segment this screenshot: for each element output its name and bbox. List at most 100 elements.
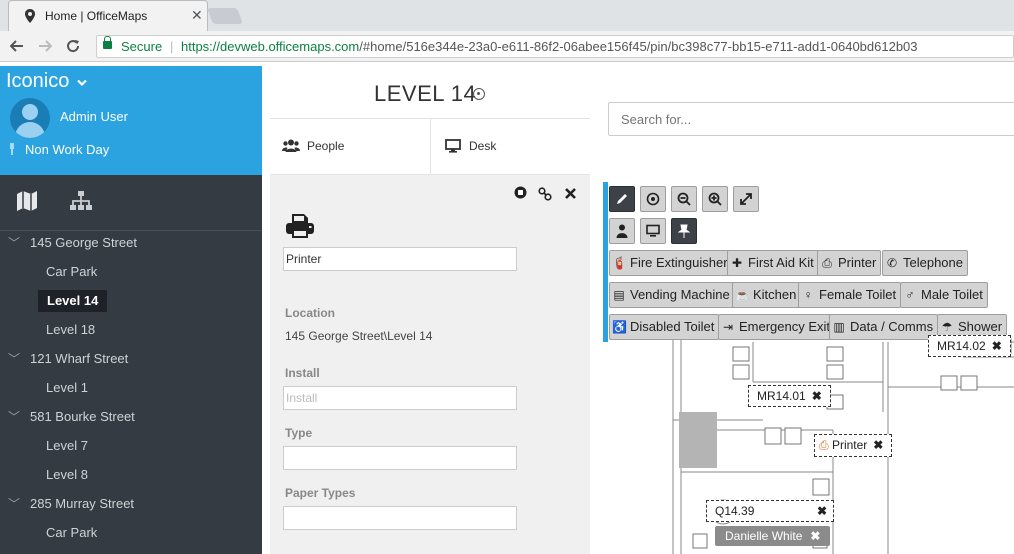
close-icon[interactable] <box>564 187 577 200</box>
stop-icon[interactable] <box>514 186 527 199</box>
poi-female-toilet-button[interactable]: ♀ Female Toilet <box>798 282 902 308</box>
org-switcher[interactable]: Iconico <box>6 70 87 93</box>
tree-label: Level 1 <box>46 380 88 395</box>
room-tag-mr1402[interactable]: MR14.02 ✖ <box>928 335 1011 357</box>
desk-tag-label: Q14.39 <box>715 504 755 518</box>
tree-building-581-bourke-street[interactable]: ﹀ 581 Bourke Street <box>8 406 135 428</box>
printer-icon: ⎙ <box>819 438 832 452</box>
pin-layer-button[interactable] <box>671 218 697 244</box>
tree-building-285-murray-street[interactable]: ﹀ 285 Murray Street <box>8 493 134 515</box>
printer-pin-tag[interactable]: ⎙ Printer ✖ <box>814 434 893 457</box>
new-tab-button[interactable] <box>207 8 243 24</box>
poi-fire-extinguisher-button[interactable]: 🧯 Fire Extinguisher <box>609 250 733 276</box>
map-pin-icon <box>25 9 35 23</box>
tree-label: 145 George Street <box>30 235 137 250</box>
poi-male-toilet-button[interactable]: ♂ Male Toilet <box>900 282 988 308</box>
user-name[interactable]: Admin User <box>60 109 128 124</box>
avatar[interactable] <box>10 98 50 138</box>
org-chart-icon[interactable] <box>69 189 93 213</box>
locate-button[interactable] <box>640 186 666 212</box>
browser-tab[interactable]: Home | OfficeMaps ✕ <box>8 0 208 31</box>
poi-label: Shower <box>958 319 1003 334</box>
telephone-icon: ✆ <box>886 256 898 270</box>
zoom-in-button[interactable] <box>702 186 728 212</box>
url-text: https://devweb.officemaps.com/#home/516e… <box>181 36 918 57</box>
poi-emergency-exit-button[interactable]: ⇥ Emergency Exit <box>718 314 836 340</box>
paper-types-field[interactable] <box>283 506 517 530</box>
reload-icon[interactable] <box>66 39 80 53</box>
poi-first-aid-button[interactable]: ✚ First Aid Kit <box>727 250 819 276</box>
map-icon[interactable] <box>15 189 39 213</box>
level-info-icon[interactable] <box>473 88 485 100</box>
tree-building-121-wharf-street[interactable]: ﹀ 121 Wharf Street <box>8 348 128 370</box>
poi-kitchen-button[interactable]: ☕ Kitchen <box>732 282 802 308</box>
poi-label: Emergency Exit <box>739 319 831 334</box>
tree-level-8[interactable]: Level 8 <box>46 464 88 486</box>
back-icon[interactable] <box>10 40 24 52</box>
tree-label: 581 Bourke Street <box>30 409 135 424</box>
close-icon[interactable]: ✖ <box>810 529 820 543</box>
close-icon[interactable]: ✖ <box>817 504 827 518</box>
fire-extinguisher-icon: 🧯 <box>612 256 627 270</box>
item-detail: Location 145 George Street\Level 14 Inst… <box>270 176 590 554</box>
tab-desk[interactable]: Desk <box>430 119 590 175</box>
floor-plan[interactable]: 🧯 Fire Extinguisher ✚ First Aid Kit ⎙ Print… <box>603 182 1014 554</box>
tree-label: Car Park <box>46 264 98 279</box>
item-name-field[interactable] <box>283 247 517 271</box>
close-icon[interactable]: ✖ <box>812 389 822 403</box>
tab-close-icon[interactable]: ✕ <box>191 7 203 24</box>
url-divider: | <box>170 39 174 54</box>
forward-icon[interactable] <box>38 40 52 52</box>
poi-label: Telephone <box>903 255 963 270</box>
poi-label: Male Toilet <box>921 287 983 302</box>
wheelchair-icon: ♿ <box>612 320 627 334</box>
poi-vending-machine-button[interactable]: ▤ Vending Machine <box>609 282 735 308</box>
tree-level-1[interactable]: Level 1 <box>46 377 88 399</box>
people-layer-button[interactable] <box>609 218 635 244</box>
day-status: Non Work Day <box>25 142 110 157</box>
tree-level-car-park-2[interactable]: Car Park <box>46 522 97 544</box>
monitor-icon <box>646 224 660 237</box>
close-icon[interactable]: ✖ <box>873 438 883 452</box>
zoom-in-icon <box>708 192 722 206</box>
map-search-input[interactable] <box>608 102 1014 136</box>
desk-tag-q1439[interactable]: Q14.39 ✖ <box>706 500 834 522</box>
vending-machine-icon: ▤ <box>613 288 625 302</box>
room-tag-mr1401[interactable]: MR14.01 ✖ <box>748 385 831 407</box>
tree-level-7[interactable]: Level 7 <box>46 435 88 457</box>
close-icon[interactable]: ✖ <box>992 339 1002 353</box>
first-aid-icon: ✚ <box>731 256 743 270</box>
poi-telephone-button[interactable]: ✆ Telephone <box>882 250 968 276</box>
target-icon <box>646 192 660 206</box>
desk-layer-button[interactable] <box>640 218 666 244</box>
type-field[interactable] <box>283 446 517 470</box>
type-label: Type <box>285 426 313 440</box>
tree-building-145-george-street[interactable]: ﹀ 145 George Street <box>8 232 137 254</box>
lock-icon <box>103 36 112 49</box>
poi-label: Data / Comms <box>850 319 934 334</box>
poi-printer-button[interactable]: ⎙ Printer <box>817 250 882 276</box>
poi-label: Kitchen <box>753 287 797 302</box>
person-tag[interactable]: Danielle White ✖ <box>715 526 831 546</box>
chevron-down-icon: ﹀ <box>8 352 21 366</box>
address-bar[interactable]: Secure | https://devweb.officemaps.com/#… <box>96 35 1014 58</box>
poi-disabled-toilet-button[interactable]: ♿ Disabled Toilet <box>609 314 720 340</box>
install-field[interactable] <box>283 386 517 410</box>
expand-icon <box>740 193 752 205</box>
tree-level-14[interactable]: Level 14 <box>38 290 108 312</box>
poi-label: Female Toilet <box>819 287 897 302</box>
pushpin-icon <box>677 224 691 238</box>
zoom-out-button[interactable] <box>671 186 697 212</box>
poi-label: Vending Machine <box>630 287 730 302</box>
poi-data-comms-button[interactable]: ▥ Data / Comms <box>829 314 939 340</box>
room-tag-label: Printer <box>831 438 868 452</box>
edit-button[interactable] <box>609 186 635 212</box>
link-icon[interactable] <box>538 187 552 201</box>
tree-level-18[interactable]: Level 18 <box>46 319 95 341</box>
poi-label: Disabled Toilet <box>630 319 715 334</box>
tree-level-car-park[interactable]: Car Park <box>46 261 97 283</box>
tree-label: Level 18 <box>46 322 96 337</box>
fullscreen-button[interactable] <box>733 186 759 212</box>
tab-people[interactable]: People <box>270 119 430 175</box>
female-icon: ♀ <box>803 288 813 302</box>
